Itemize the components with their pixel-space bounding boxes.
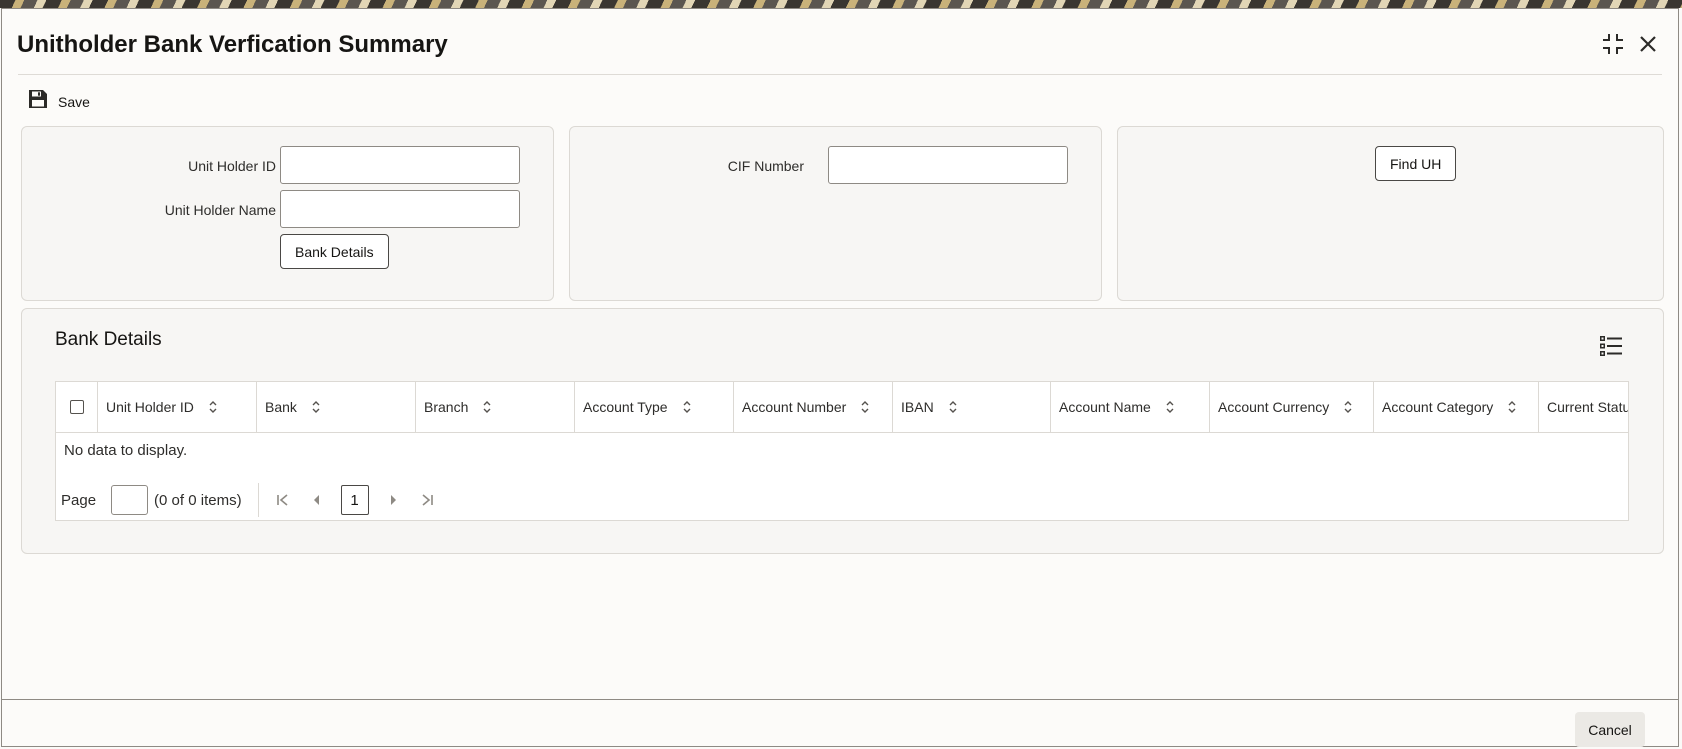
col-account-number[interactable]: Account Number	[734, 382, 893, 432]
find-uh-button[interactable]: Find UH	[1375, 146, 1457, 181]
bank-details-section: Bank Details Unit Holder ID Bank Branch …	[21, 308, 1664, 554]
current-page-button[interactable]: 1	[340, 485, 369, 515]
dialog-window: Unitholder Bank Verfication Summary Save…	[1, 8, 1679, 747]
col-iban[interactable]: IBAN	[893, 382, 1051, 432]
col-current-status[interactable]: Current Status	[1539, 382, 1628, 432]
sort-icon	[1508, 401, 1516, 413]
find-panel: Find UH	[1117, 126, 1664, 301]
unit-holder-id-label: Unit Holder ID	[188, 158, 276, 174]
sort-icon	[209, 401, 217, 413]
unit-holder-id-input[interactable]	[280, 146, 520, 184]
cif-number-input[interactable]	[828, 146, 1068, 184]
cif-panel: CIF Number	[569, 126, 1102, 301]
sort-icon	[683, 401, 691, 413]
close-icon[interactable]	[1635, 31, 1661, 57]
unit-holder-name-input[interactable]	[280, 190, 520, 228]
footer-divider	[2, 699, 1678, 700]
col-account-category[interactable]: Account Category	[1374, 382, 1539, 432]
col-account-name[interactable]: Account Name	[1051, 382, 1210, 432]
page-number-input[interactable]	[111, 485, 149, 515]
page-label: Page	[61, 491, 97, 509]
first-page-icon[interactable]	[273, 490, 293, 510]
bank-details-button[interactable]: Bank Details	[280, 234, 389, 269]
decorative-header-strip	[0, 0, 1682, 8]
minimize-icon[interactable]	[1600, 31, 1626, 57]
cancel-button[interactable]: Cancel	[1575, 712, 1645, 747]
select-all-checkbox[interactable]	[69, 400, 84, 414]
cif-number-label: CIF Number	[727, 158, 804, 174]
page-item-count: (0 of 0 items)	[154, 491, 242, 509]
select-all-cell	[56, 382, 98, 432]
previous-page-icon[interactable]	[307, 490, 327, 510]
pager-divider	[257, 483, 259, 517]
next-page-icon[interactable]	[383, 490, 403, 510]
column-list-icon[interactable]	[1599, 335, 1623, 357]
bank-details-table: Unit Holder ID Bank Branch Account Type …	[55, 381, 1629, 521]
title-divider	[18, 74, 1662, 75]
sort-icon	[1166, 401, 1174, 413]
sort-icon	[312, 401, 320, 413]
unit-holder-name-label: Unit Holder Name	[164, 202, 276, 218]
sort-icon	[949, 401, 957, 413]
sort-icon	[483, 401, 491, 413]
col-branch[interactable]: Branch	[416, 382, 575, 432]
col-bank[interactable]: Bank	[257, 382, 416, 432]
empty-table-message: No data to display.	[64, 442, 188, 459]
page-title: Unitholder Bank Verfication Summary	[17, 31, 448, 58]
last-page-icon[interactable]	[417, 490, 437, 510]
section-title: Bank Details	[55, 329, 162, 350]
unit-holder-panel: Unit Holder ID Unit Holder Name Bank Det…	[21, 126, 554, 301]
save-icon	[28, 89, 48, 114]
pagination-bar: Page (0 of 0 items) 1	[56, 480, 1628, 520]
table-header: Unit Holder ID Bank Branch Account Type …	[56, 382, 1628, 433]
sort-icon	[1344, 401, 1352, 413]
sort-icon	[861, 401, 869, 413]
save-label: Save	[58, 93, 90, 110]
col-unit-holder-id[interactable]: Unit Holder ID	[98, 382, 257, 432]
col-account-type[interactable]: Account Type	[575, 382, 734, 432]
col-account-currency[interactable]: Account Currency	[1210, 382, 1374, 432]
save-button[interactable]: Save	[28, 89, 90, 114]
